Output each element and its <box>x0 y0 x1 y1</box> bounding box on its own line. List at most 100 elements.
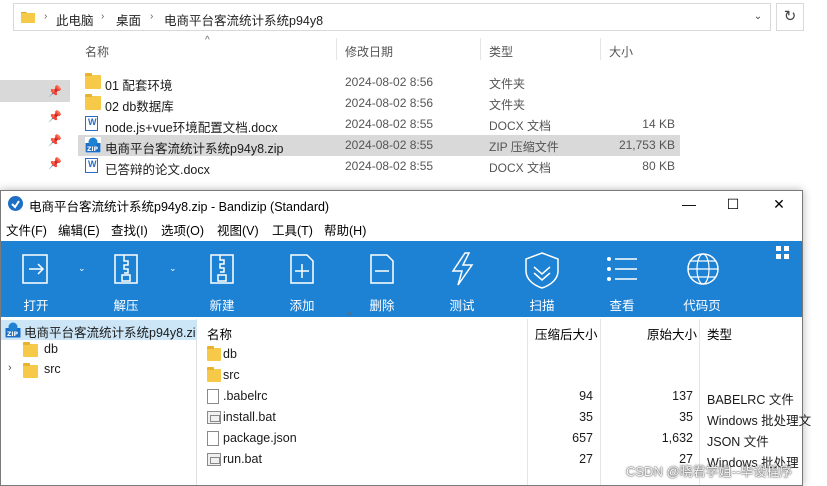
file-icon <box>207 389 219 404</box>
chevron-down-icon[interactable]: ⌄ <box>748 7 768 27</box>
menu-find[interactable]: 查找(I) <box>111 220 148 239</box>
file-name: 02 db数据库 <box>105 100 174 114</box>
delete-button[interactable]: 删除 <box>349 241 415 317</box>
folder-icon <box>207 346 221 361</box>
column-divider <box>600 38 601 60</box>
file-type: DOCX 文档 <box>489 119 552 133</box>
menu-bar: 文件(F) 编辑(E) 查找(I) 选项(O) 视图(V) 工具(T) 帮助(H… <box>1 218 802 238</box>
breadcrumb-separator: › <box>44 11 48 22</box>
menu-view[interactable]: 视图(V) <box>217 220 259 239</box>
column-header-packed-size[interactable]: 压缩后大小 <box>535 324 598 343</box>
title-bar[interactable]: 电商平台客流统计系统p94y8.zip - Bandizip (Standard… <box>1 191 802 216</box>
test-icon <box>451 252 474 286</box>
navigation-pane: 📌 📌 📌 📌 <box>0 40 70 190</box>
tree-item-db[interactable]: db <box>44 342 58 356</box>
pin-icon: 📌 <box>48 158 62 170</box>
pin-icon: 📌 <box>48 135 62 147</box>
file-date: 2024-08-02 8:56 <box>345 96 434 110</box>
minimize-button[interactable]: — <box>667 193 711 215</box>
codepage-button[interactable]: 代码页 <box>669 241 735 317</box>
refresh-icon: ↻ <box>783 8 797 25</box>
file-row[interactable]: node.js+vue环境配置文档.docx 2024-08-02 8:55 D… <box>78 114 680 135</box>
column-header-name[interactable]: 名称 <box>207 324 232 343</box>
column-header-original-size[interactable]: 原始大小 <box>647 324 697 343</box>
column-header-type[interactable]: 类型 <box>489 43 513 60</box>
watermark: CSDN @晓君学姐--毕设程序 <box>626 464 793 479</box>
close-button[interactable]: ✕ <box>757 193 801 215</box>
column-divider <box>480 38 481 60</box>
list-item[interactable]: db <box>199 344 802 365</box>
list-item[interactable]: install.bat 35 35 Windows 批处理文 <box>199 407 811 428</box>
breadcrumb-current-folder[interactable]: 电商平台客流统计系统p94y8 <box>164 10 323 29</box>
entry-name: install.bat <box>223 410 276 424</box>
file-name: 已答辩的论文.docx <box>105 163 210 177</box>
list-item[interactable]: package.json 657 1,632 JSON 文件 <box>199 428 802 449</box>
tree-root-label: 电商平台客流统计系统p94y8.zip <box>24 326 196 340</box>
file-row-selected[interactable]: ZIP 电商平台客流统计系统p94y8.zip 2024-08-02 8:55 … <box>78 135 680 156</box>
entry-original-size: 35 <box>679 410 693 424</box>
view-button[interactable]: 查看 <box>589 241 655 317</box>
address-bar[interactable]: › 此电脑 › 桌面 › 电商平台客流统计系统p94y8 ⌄ <box>13 3 771 31</box>
entry-name: src <box>223 368 240 382</box>
menu-help[interactable]: 帮助(H) <box>324 220 366 239</box>
codepage-label: 代码页 <box>683 299 721 313</box>
test-button[interactable]: 测试 <box>429 241 495 317</box>
file-date: 2024-08-02 8:55 <box>345 117 434 131</box>
folder-icon <box>23 363 38 378</box>
extract-button[interactable]: 解压 <box>93 241 159 317</box>
codepage-icon <box>687 253 719 285</box>
add-button[interactable]: 添加 <box>269 241 335 317</box>
scan-label: 扫描 <box>529 299 555 313</box>
entry-packed-size: 35 <box>579 410 593 424</box>
add-label: 添加 <box>289 299 315 313</box>
docx-icon <box>85 116 98 131</box>
scan-button[interactable]: 扫描 <box>509 241 575 317</box>
file-icon <box>207 431 219 446</box>
svg-text:ZIP: ZIP <box>87 146 99 153</box>
file-date: 2024-08-02 8:55 <box>345 159 434 173</box>
bat-icon <box>207 411 221 424</box>
column-header-date[interactable]: 修改日期 <box>345 43 393 60</box>
maximize-button[interactable]: ☐ <box>711 193 755 215</box>
zip-icon: ZIP <box>5 322 21 338</box>
new-archive-label: 新建 <box>209 299 235 313</box>
file-size: 80 KB <box>642 159 675 173</box>
layout-grid-icon[interactable] <box>776 246 790 263</box>
breadcrumb-separator: › <box>150 11 154 22</box>
file-row[interactable]: 已答辩的论文.docx 2024-08-02 8:55 DOCX 文档 80 K… <box>78 156 680 177</box>
breadcrumb-this-pc[interactable]: 此电脑 <box>56 10 94 29</box>
list-item[interactable]: src <box>199 365 802 386</box>
add-icon <box>290 254 314 284</box>
open-button[interactable]: 打开 <box>3 241 69 317</box>
file-name: 电商平台客流统计系统p94y8.zip <box>105 142 284 156</box>
column-header-name[interactable]: 名称 <box>85 43 109 60</box>
tree-item-src[interactable]: src <box>44 362 61 376</box>
entry-packed-size: 94 <box>579 389 593 403</box>
breadcrumb-desktop[interactable]: 桌面 <box>116 10 141 29</box>
pin-icon: 📌 <box>48 111 62 123</box>
docx-icon <box>85 158 98 173</box>
file-row[interactable]: 02 db数据库 2024-08-02 8:56 文件夹 <box>78 93 680 114</box>
menu-options[interactable]: 选项(O) <box>161 220 204 239</box>
file-type: ZIP 压缩文件 <box>489 140 559 154</box>
delete-label: 删除 <box>369 299 395 313</box>
new-archive-button[interactable]: 新建 <box>189 241 255 317</box>
view-label: 查看 <box>609 299 635 313</box>
file-row[interactable]: 01 配套环境 2024-08-02 8:56 文件夹 <box>78 72 680 93</box>
column-header-type[interactable]: 类型 <box>707 324 732 343</box>
svg-text:ZIP: ZIP <box>7 331 19 338</box>
column-header-size[interactable]: 大小 <box>609 43 633 60</box>
refresh-button[interactable]: ↻ <box>776 3 804 31</box>
file-date: 2024-08-02 8:55 <box>345 138 434 152</box>
menu-edit[interactable]: 编辑(E) <box>58 220 100 239</box>
menu-file[interactable]: 文件(F) <box>6 220 47 239</box>
list-item[interactable]: .babelrc 94 137 BABELRC 文件 <box>199 386 802 407</box>
menu-tools[interactable]: 工具(T) <box>272 220 313 239</box>
chevron-down-icon[interactable]: ⌄ <box>169 263 177 274</box>
folder-icon <box>85 73 101 89</box>
chevron-right-icon[interactable]: › <box>8 362 12 374</box>
chevron-down-icon[interactable]: ⌄ <box>78 263 86 274</box>
entry-type: JSON 文件 <box>707 435 769 449</box>
entry-name: .babelrc <box>223 389 268 403</box>
folder-icon <box>207 367 221 382</box>
